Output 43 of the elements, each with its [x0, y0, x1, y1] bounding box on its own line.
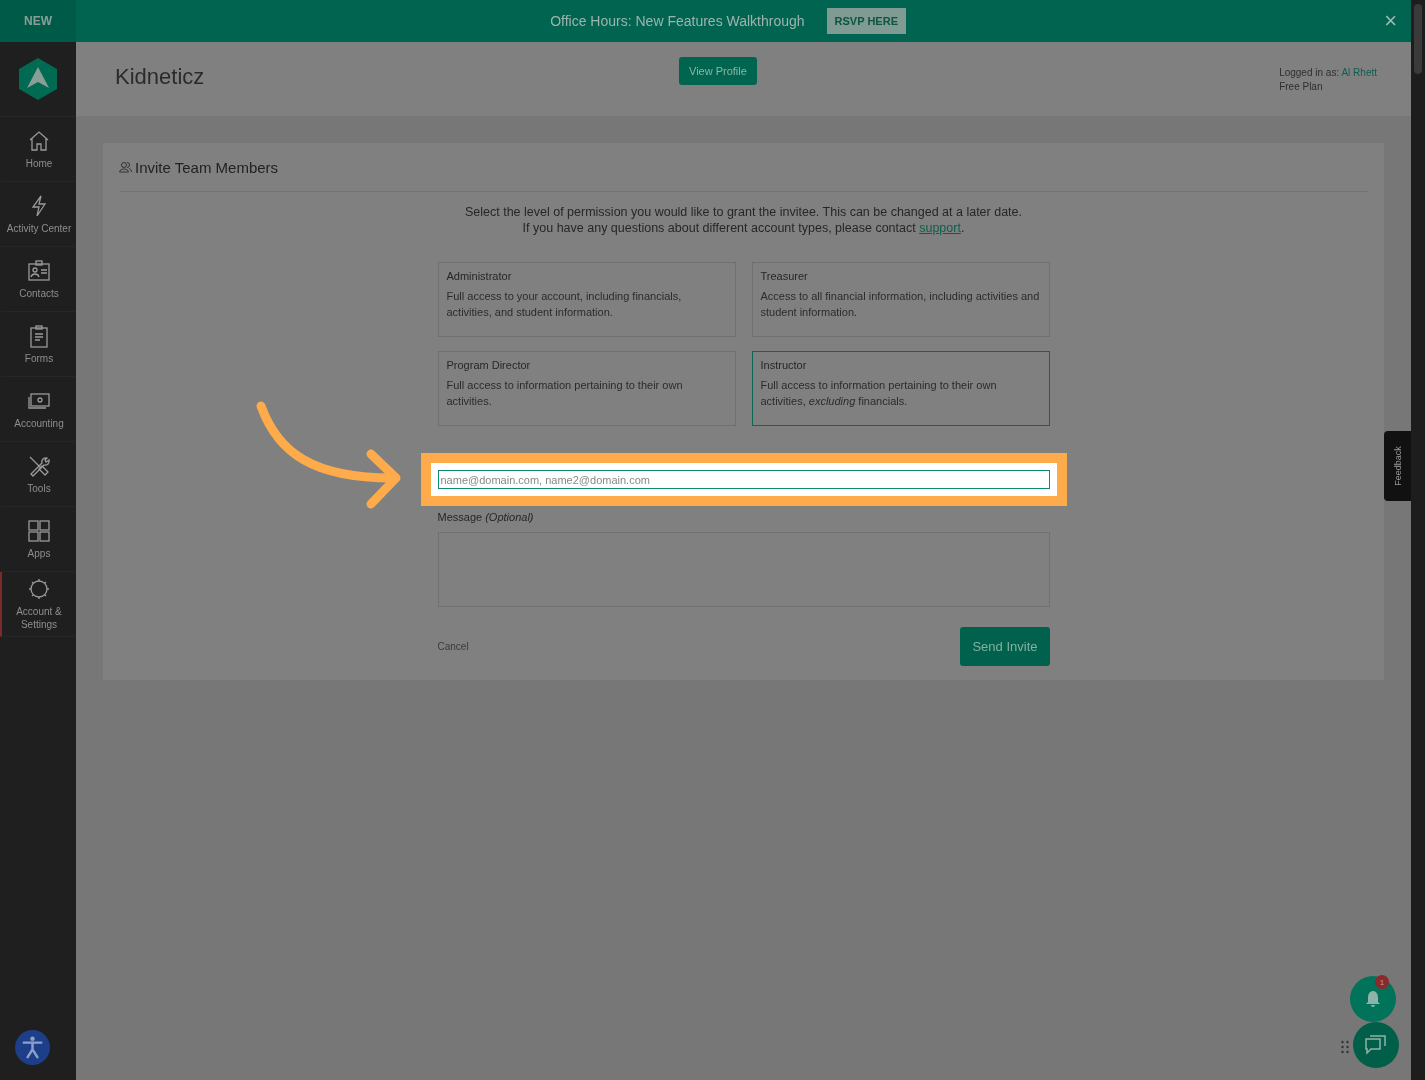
new-tag: NEW — [0, 0, 76, 42]
plan-text: Free Plan — [1279, 80, 1324, 94]
role-description: Access to all financial information, including activities and student information. — [760, 289, 1041, 320]
role-description: Full access to information pertaining to their own activities. — [446, 378, 684, 409]
settings-icon — [27, 577, 51, 601]
organization-name: Kidneticz — [115, 64, 205, 90]
contact-text: If you have any questions about different account types, please contact support. — [521, 220, 966, 236]
role-option[interactable]: Instructor Full access to information pertaining to their own activities, excluding financials. — [751, 351, 1050, 426]
logged-in-text: Logged in as: Al Rhett — [1279, 66, 1377, 80]
feedback-tab[interactable]: Feedback — [1384, 431, 1411, 501]
role-description: Full access to information pertaining to their own activities, excluding financials. — [760, 378, 998, 409]
clipboard-icon — [27, 323, 51, 348]
role-name: Program Director — [446, 359, 532, 371]
notification-badge: 1 — [1375, 975, 1389, 989]
role-description: Full access to your account, including financials, activities, and student information. — [446, 289, 683, 320]
close-button[interactable]: × — [1380, 8, 1401, 34]
logo-icon — [18, 57, 58, 101]
role-name: Instructor — [760, 359, 808, 371]
user-link[interactable]: Al Rhett — [1341, 67, 1377, 78]
banner-text: Office Hours: New Features Walkthrough — [550, 13, 805, 29]
chat-button[interactable] — [1353, 1022, 1399, 1068]
role-option[interactable]: Program Director Full access to information pertaining to their own activities. — [437, 351, 736, 426]
cancel-link[interactable]: Cancel — [437, 641, 469, 652]
drag-handle-icon[interactable] — [1341, 1040, 1349, 1054]
intro-text: Select the level of permission you would like to grant the invitee. This can be changed at a later date. — [463, 204, 1023, 220]
send-invite-button[interactable]: Send Invite — [960, 627, 1050, 666]
panel-title: Invite Team Members — [135, 158, 279, 176]
view-profile-button[interactable]: View Profile — [679, 57, 757, 85]
role-option[interactable]: Administrator Full access to your account, including financials, activities, and student information. — [437, 262, 736, 337]
accessibility-icon[interactable] — [15, 1030, 50, 1065]
id-card-icon — [27, 258, 51, 283]
emails-field[interactable]: name@domain.com, name2@domain.com — [437, 470, 1050, 489]
message-label: Message (Optional) — [437, 511, 535, 523]
role-option[interactable]: Treasurer Access to all financial information, including activities and student information. — [751, 262, 1050, 337]
role-name: Treasurer — [760, 270, 809, 282]
role-name: Administrator — [446, 270, 513, 282]
notification-button[interactable] — [1350, 976, 1396, 1022]
chat-icon — [1365, 1035, 1387, 1055]
bell-icon — [1365, 990, 1381, 1008]
grid-icon — [27, 518, 51, 543]
scrollbar-thumb[interactable] — [1414, 4, 1422, 74]
rsvp-button[interactable]: RSVP HERE — [826, 8, 906, 34]
people-icon — [119, 161, 132, 173]
